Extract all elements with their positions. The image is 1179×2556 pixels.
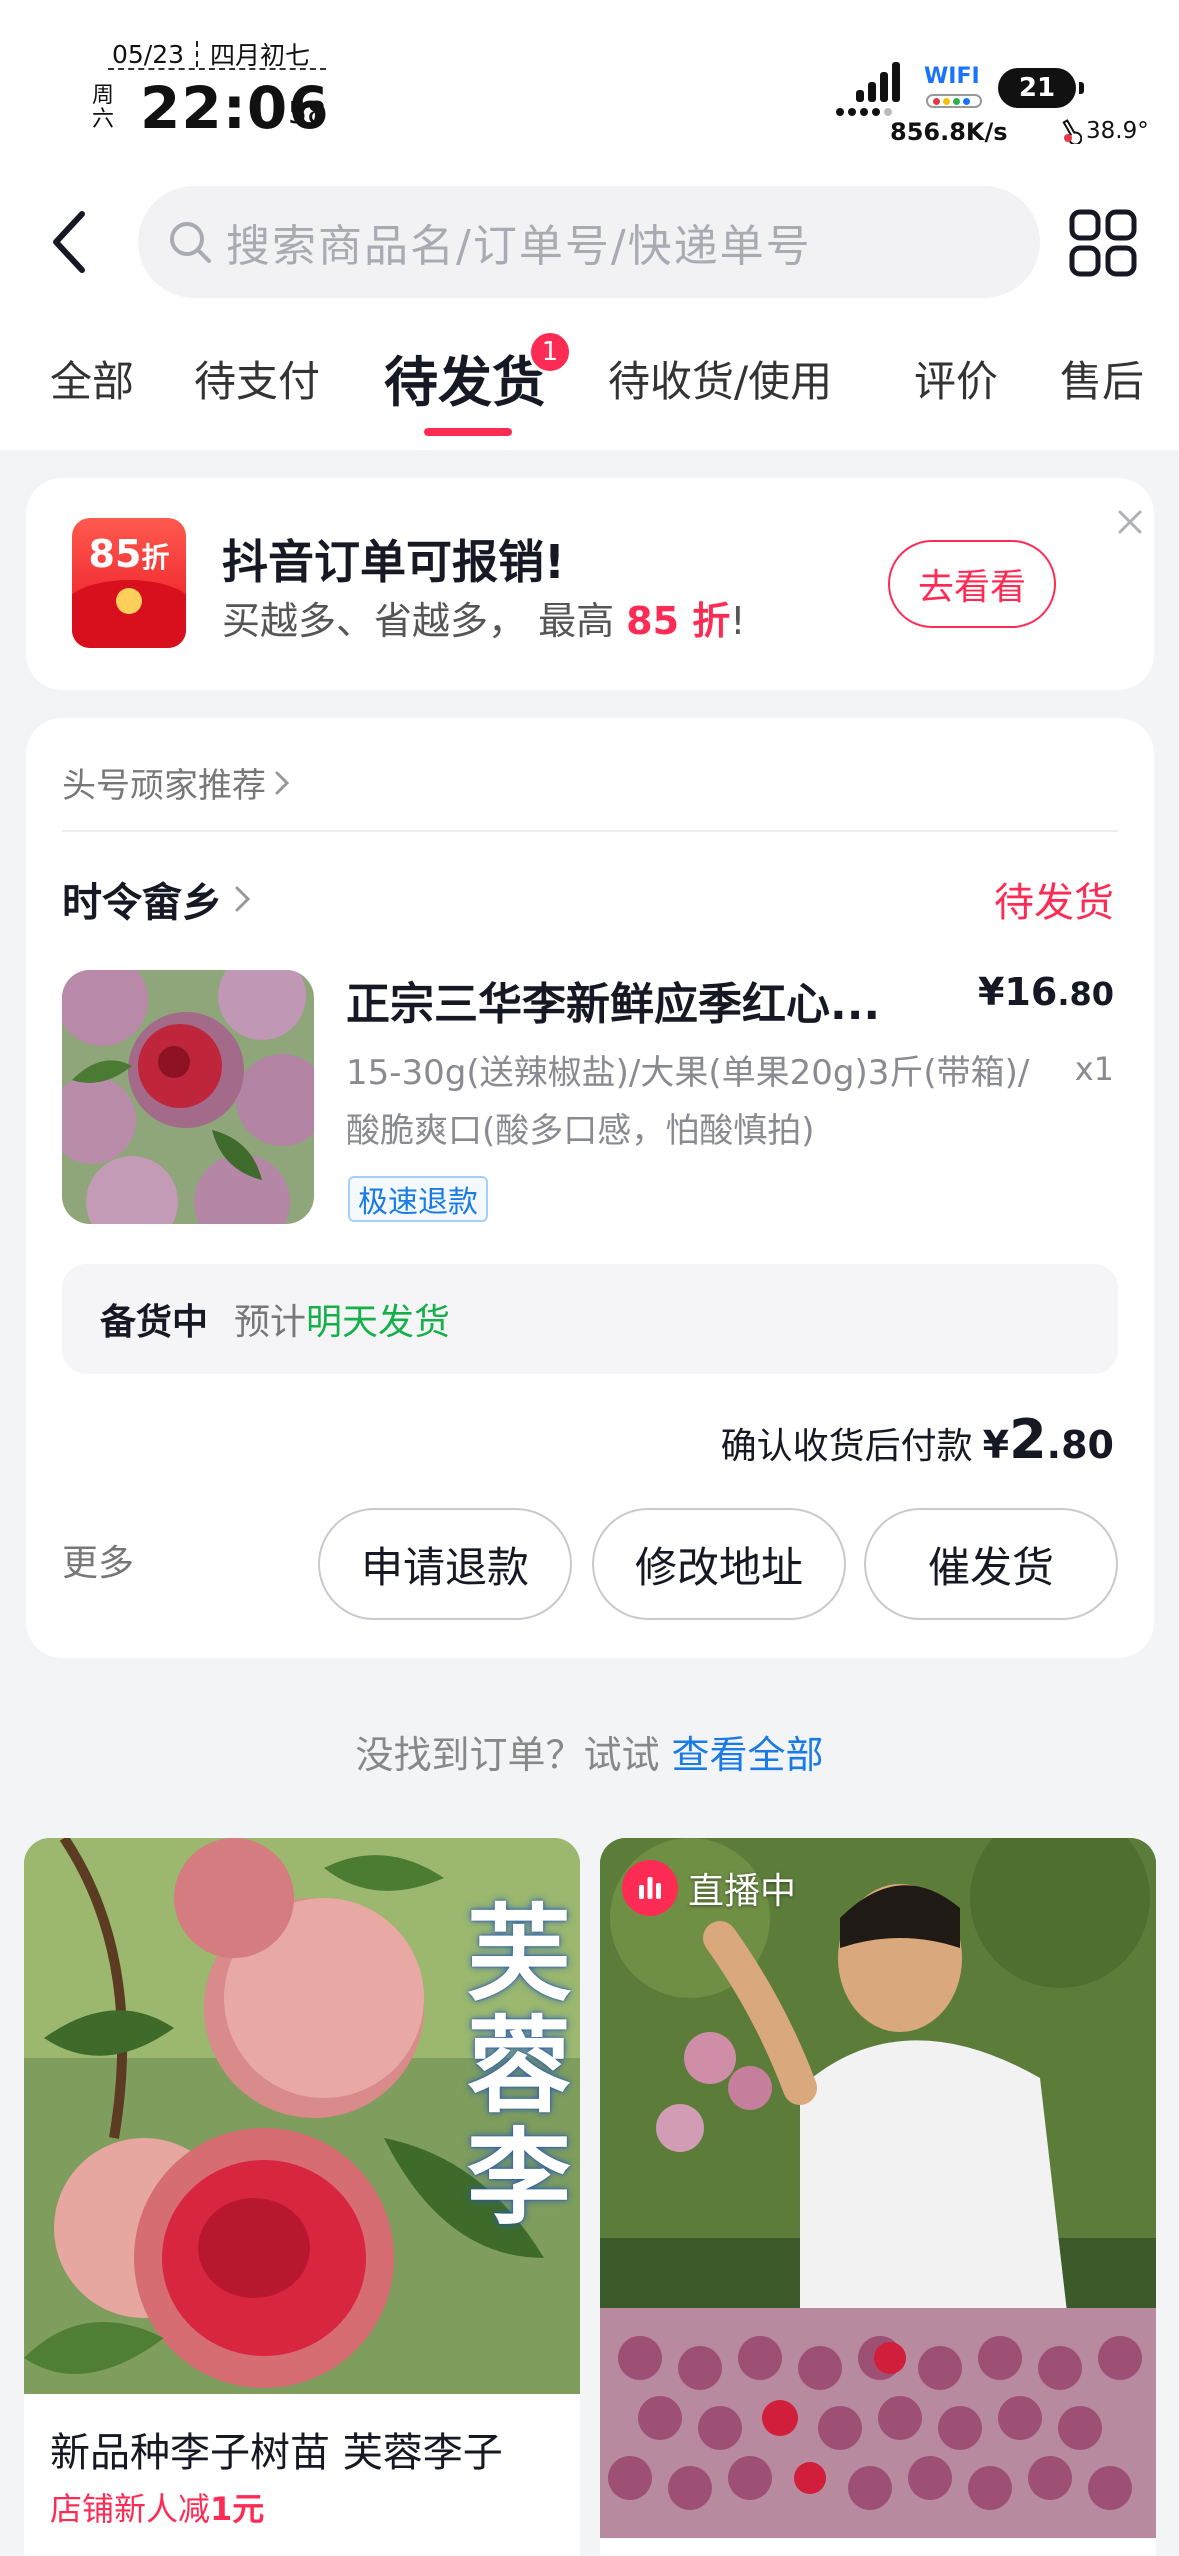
order-tabs: 全部 待支付 待发货 待收货/使用 评价 售后	[0, 330, 1179, 440]
wifi-label: WIFI	[924, 64, 980, 89]
order-status: 待发货	[994, 880, 1114, 926]
tab-after-sales[interactable]: 售后	[1060, 348, 1144, 409]
live-bars-icon	[622, 1860, 678, 1916]
shipping-status-bar[interactable]: 备货中 预计 明天发货	[62, 1264, 1118, 1374]
chevron-right-icon	[235, 886, 251, 912]
pay-decimal: .80	[1046, 1423, 1114, 1467]
promo-subtitle: 买越多、省越多， 最高 85 折!	[222, 590, 746, 645]
product-image[interactable]	[62, 970, 314, 1224]
eta-value: 明天发货	[306, 1302, 451, 1343]
payment-summary: 确认收货后付款 ¥2.80	[721, 1408, 1114, 1471]
fast-refund-tag: 极速退款	[348, 1176, 488, 1222]
product-card-title: 新品种李子树苗 芙蓉李子	[50, 2430, 503, 2476]
promo-subtitle-suffix: !	[730, 599, 746, 643]
divider	[62, 830, 1118, 832]
promo-prefix: 店铺新人减	[50, 2490, 211, 2528]
discount-value: 85	[88, 532, 142, 576]
status-seconds: 58	[288, 96, 327, 131]
wifi-icon	[926, 94, 982, 108]
product-price: ¥16.80	[978, 970, 1114, 1014]
tab-indicator	[424, 428, 512, 436]
status-date: 05/23 四月初七	[112, 36, 310, 72]
view-all-link[interactable]: 查看全部	[672, 1733, 824, 1777]
live-badge: 直播中	[622, 1860, 796, 1916]
promo-highlight: 85 折	[626, 599, 731, 643]
status-weekday: 周六	[92, 83, 115, 132]
discount-label: 85折	[72, 532, 186, 576]
discount-envelope-icon: 85折	[72, 518, 186, 648]
price-decimal: .80	[1057, 975, 1114, 1013]
promo-banner[interactable]: 85折 抖音订单可报销! 买越多、省越多， 最高 85 折! 去看看	[26, 478, 1154, 690]
shop-name: 时令畲乡	[62, 880, 222, 926]
pay-integer: 2	[1009, 1408, 1047, 1471]
eta-prefix: 预计	[234, 1302, 307, 1343]
promo-view-button[interactable]: 去看看	[888, 540, 1056, 628]
product-image-caption: 芙蓉李	[466, 1892, 571, 2239]
pay-amount: ¥2.80	[983, 1408, 1114, 1471]
pay-symbol: ¥	[982, 1423, 1010, 1467]
not-found-hint: 没找到订单？试试 查看全部	[0, 1724, 1179, 1779]
modify-address-button[interactable]: 修改地址	[592, 1508, 846, 1620]
product-quantity: x1	[1074, 1050, 1114, 1088]
tab-pending-shipment[interactable]: 待发货	[384, 338, 546, 417]
tab-all[interactable]: 全部	[50, 348, 134, 409]
chevron-right-icon	[275, 771, 290, 794]
price-symbol: ¥	[977, 970, 1005, 1014]
signal-icon	[836, 62, 900, 116]
thermometer-icon	[1062, 119, 1082, 144]
divider	[196, 41, 199, 67]
recommend-label: 头号顽家推荐	[62, 766, 266, 806]
coin-icon	[116, 588, 142, 614]
promo-value: 1元	[210, 2490, 265, 2528]
search-icon	[170, 222, 211, 263]
pay-label: 确认收货后付款	[720, 1426, 973, 1467]
product-card-promo: 店铺新人减1元	[50, 2484, 264, 2530]
temperature-value: 38.9°	[1086, 118, 1149, 144]
chevron-left-icon	[53, 211, 85, 273]
request-refund-button[interactable]: 申请退款	[318, 1508, 572, 1620]
grid-menu-icon[interactable]	[1068, 208, 1138, 278]
tab-review[interactable]: 评价	[914, 348, 998, 409]
shop-link[interactable]: 时令畲乡	[62, 870, 252, 928]
promo-title: 抖音订单可报销!	[222, 535, 565, 589]
product-spec: 15-30g(送辣椒盐)/大果(单果20g)3斤(带箱)/酸脆爽口(酸多口感，怕…	[346, 1053, 1030, 1151]
price-integer: 16	[1004, 970, 1058, 1014]
search-placeholder: 搜索商品名/订单号/快递单号	[226, 221, 812, 272]
product-card[interactable]: 芙蓉李 新品种李子树苗 芙蓉李子 店铺新人减1元	[24, 1838, 580, 2556]
promo-subtitle-prefix: 买越多、省越多， 最高	[222, 599, 627, 643]
tab-pending-payment[interactable]: 待支付	[194, 348, 320, 409]
urge-shipment-button[interactable]: 催发货	[864, 1508, 1118, 1620]
product-title[interactable]: 正宗三华李新鲜应季红心...	[346, 968, 946, 1032]
more-button[interactable]: 更多	[62, 1534, 134, 1586]
stock-status: 备货中	[100, 1302, 209, 1343]
status-lunar-date: 四月初七	[210, 41, 311, 70]
back-button[interactable]	[40, 200, 100, 284]
live-label: 直播中	[688, 1871, 797, 1912]
tab-badge: 1	[528, 330, 572, 374]
order-card: 头号顽家推荐 时令畲乡 待发货 正宗三华李新鲜应季红心... ¥16.80 15…	[26, 718, 1154, 1658]
network-speed: 856.8K/s	[890, 118, 1008, 146]
temperature: 38.9°	[1060, 118, 1149, 144]
battery-indicator: 21	[998, 68, 1084, 108]
search-input[interactable]: 搜索商品名/订单号/快递单号	[138, 186, 1040, 298]
status-date-value: 05/23	[112, 39, 185, 69]
discount-unit: 折	[141, 541, 170, 574]
recommend-link[interactable]: 头号顽家推荐	[62, 758, 290, 807]
divider	[108, 68, 326, 70]
not-found-text: 没找到订单？试试	[355, 1733, 672, 1777]
live-stream-card[interactable]: 直播中	[600, 1838, 1156, 2556]
live-stream-thumbnail	[600, 1838, 1156, 2538]
close-icon[interactable]	[1110, 502, 1150, 542]
tab-pending-receipt[interactable]: 待收货/使用	[608, 348, 832, 409]
